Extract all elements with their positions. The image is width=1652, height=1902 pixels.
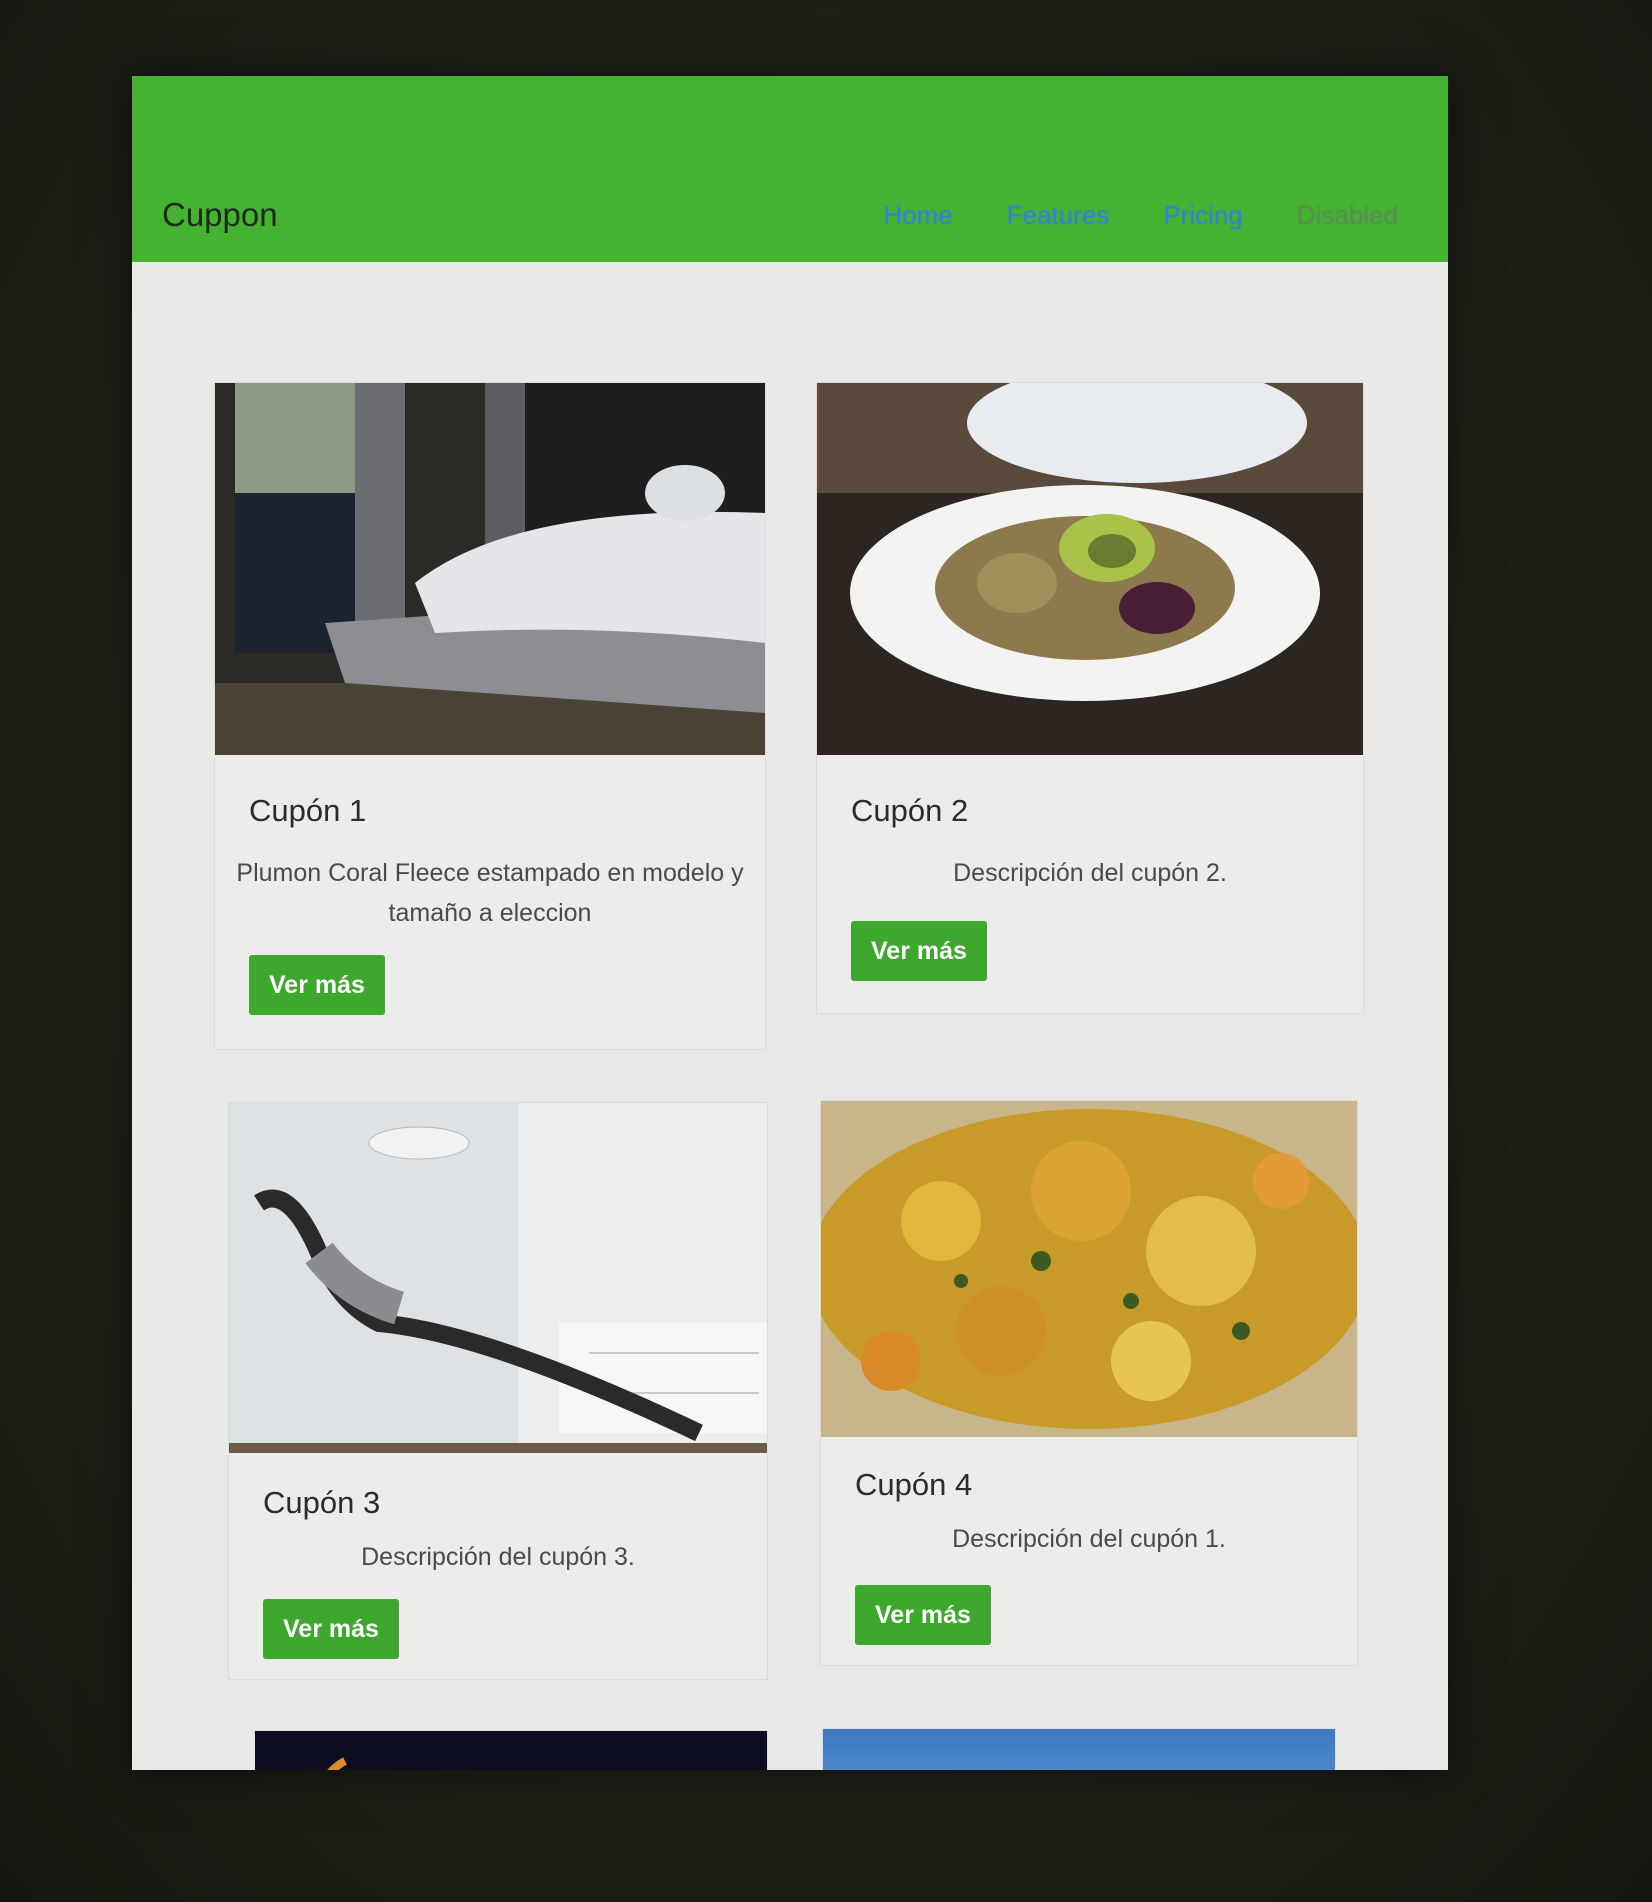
ver-mas-button[interactable]: Ver más (855, 1585, 991, 1645)
ver-mas-button[interactable]: Ver más (249, 955, 385, 1015)
ver-mas-button[interactable]: Ver más (851, 921, 987, 981)
brand-logo[interactable]: Cuppon (162, 196, 278, 234)
coupon-grid: Cupón 1 Plumon Coral Fleece estampado en… (132, 262, 1448, 1770)
card-title: Cupón 2 (851, 793, 969, 828)
nav-link-disabled: Disabled (1296, 200, 1398, 230)
nav-link-pricing[interactable]: Pricing (1163, 200, 1242, 231)
dark-image (255, 1731, 767, 1770)
card-description: Plumon Coral Fleece estampado en modelo … (236, 859, 744, 927)
coupon-card-partial (822, 1728, 1336, 1770)
curry-image (821, 1101, 1357, 1437)
blue-image (823, 1729, 1335, 1770)
card-title: Cupón 1 (249, 793, 367, 828)
navbar: Cuppon Home Features Pricing Disabled (132, 76, 1448, 262)
coupon-card: Cupón 1 Plumon Coral Fleece estampado en… (214, 382, 766, 1050)
card-description: Descripción del cupón 2. (953, 859, 1227, 887)
salad-image (817, 383, 1363, 755)
card-title: Cupón 4 (855, 1467, 973, 1502)
coupon-card: Cupón 4 Descripción del cupón 1. Ver más (820, 1100, 1358, 1666)
ver-mas-button[interactable]: Ver más (263, 1599, 399, 1659)
nav-links: Home Features Pricing Disabled (883, 200, 1398, 231)
bedroom-image (215, 383, 765, 755)
coupon-card-partial (254, 1730, 768, 1770)
card-description: Descripción del cupón 1. (952, 1525, 1226, 1553)
card-description: Descripción del cupón 3. (361, 1543, 635, 1571)
browser-screen: Cuppon Home Features Pricing Disabled Cu… (132, 76, 1448, 1770)
coupon-card: Cupón 3 Descripción del cupón 3. Ver más (228, 1102, 768, 1680)
nav-link-home[interactable]: Home (883, 200, 952, 231)
nav-link-features[interactable]: Features (1007, 200, 1110, 231)
card-title: Cupón 3 (263, 1485, 381, 1520)
dental-chair-image (229, 1103, 767, 1453)
coupon-card: Cupón 2 Descripción del cupón 2. Ver más (816, 382, 1364, 1014)
